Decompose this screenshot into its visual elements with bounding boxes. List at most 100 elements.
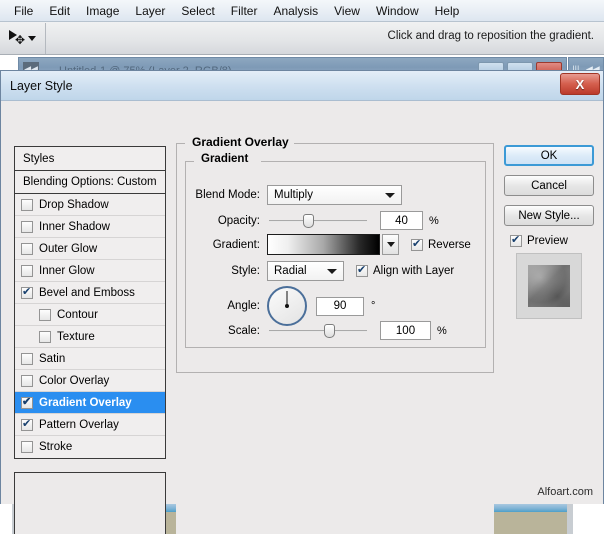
gradient-overlay-group: Gradient Overlay Gradient Blend Mode: Mu…: [176, 143, 494, 373]
angle-row: Angle: 90 °: [186, 286, 481, 326]
styles-item-blending-options[interactable]: Blending Options: Custom: [15, 171, 165, 194]
opacity-input[interactable]: 40: [380, 211, 423, 230]
options-bar-hint: Click and drag to reposition the gradien…: [388, 30, 594, 42]
styles-item-satin[interactable]: Satin: [15, 348, 165, 370]
styles-item-label: Gradient Overlay: [39, 397, 132, 409]
styles-item-inner-shadow[interactable]: Inner Shadow: [15, 216, 165, 238]
checkbox-stroke[interactable]: [21, 441, 33, 453]
checkbox-contour[interactable]: [39, 309, 51, 321]
styles-item-gradient-overlay[interactable]: Gradient Overlay: [15, 392, 165, 414]
align-with-layer-label: Align with Layer: [373, 265, 454, 277]
blend-mode-label: Blend Mode:: [186, 189, 260, 201]
menu-item-image[interactable]: Image: [78, 2, 127, 20]
styles-item-label: Inner Shadow: [39, 221, 110, 233]
styles-item-pattern-overlay[interactable]: Pattern Overlay: [15, 414, 165, 436]
checkbox-color-overlay[interactable]: [21, 375, 33, 387]
ok-button[interactable]: OK: [504, 145, 594, 166]
close-icon[interactable]: X: [560, 73, 600, 95]
styles-item-contour[interactable]: Contour: [15, 304, 165, 326]
photoshop-window: File Edit Image Layer Select Filter Anal…: [0, 0, 604, 534]
gradient-style-select[interactable]: Radial: [267, 261, 344, 281]
menu-item-select[interactable]: Select: [173, 2, 222, 20]
blend-mode-select[interactable]: Multiply: [267, 185, 402, 205]
checkbox-texture[interactable]: [39, 331, 51, 343]
style-row: Style: Radial Align with Layer: [186, 261, 481, 281]
angle-label: Angle:: [186, 300, 260, 312]
checkbox-align-with-layer[interactable]: [356, 265, 368, 277]
opacity-slider-knob[interactable]: [303, 214, 314, 228]
active-tool-button[interactable]: ✥: [0, 23, 46, 54]
scale-slider[interactable]: [269, 324, 367, 338]
blend-mode-value: Multiply: [274, 189, 313, 201]
styles-item-bevel-and-emboss[interactable]: Bevel and Emboss: [15, 282, 165, 304]
styles-item-label: Blending Options: Custom: [23, 176, 157, 188]
gradient-row: Gradient: Reverse: [186, 234, 481, 255]
section-title: Gradient Overlay: [187, 135, 294, 149]
menu-item-file[interactable]: File: [6, 2, 41, 20]
dialog-actions: OK Cancel New Style... Preview: [504, 145, 594, 319]
styles-item-label: Bevel and Emboss: [39, 287, 135, 299]
angle-dial-hub: [285, 304, 289, 308]
dialog-title: Layer Style: [10, 79, 73, 93]
style-label: Style:: [186, 265, 260, 277]
cancel-button[interactable]: Cancel: [504, 175, 594, 196]
reverse-checkbox-row[interactable]: Reverse: [411, 239, 471, 251]
opacity-label: Opacity:: [186, 215, 260, 227]
menu-item-layer[interactable]: Layer: [127, 2, 173, 20]
checkbox-inner-shadow[interactable]: [21, 221, 33, 233]
styles-item-outer-glow[interactable]: Outer Glow: [15, 238, 165, 260]
preview-checkbox-row[interactable]: Preview: [510, 235, 594, 247]
checkbox-outer-glow[interactable]: [21, 243, 33, 255]
checkbox-satin[interactable]: [21, 353, 33, 365]
styles-item-texture[interactable]: Texture: [15, 326, 165, 348]
options-bar: ✥ Click and drag to reposition the gradi…: [0, 22, 604, 55]
angle-dial[interactable]: [267, 286, 307, 326]
menu-item-analysis[interactable]: Analysis: [265, 2, 326, 20]
checkbox-preview[interactable]: [510, 235, 522, 247]
blend-mode-row: Blend Mode: Multiply: [186, 185, 481, 205]
dialog-titlebar[interactable]: Layer Style X: [1, 71, 603, 101]
checkbox-pattern-overlay[interactable]: [21, 419, 33, 431]
opacity-row: Opacity: 40 %: [186, 211, 481, 230]
menu-item-edit[interactable]: Edit: [41, 2, 78, 20]
checkbox-inner-glow[interactable]: [21, 265, 33, 277]
scale-input[interactable]: 100: [380, 321, 431, 340]
menu-item-filter[interactable]: Filter: [223, 2, 266, 20]
styles-item-stroke[interactable]: Stroke: [15, 436, 165, 458]
menu-item-help[interactable]: Help: [427, 2, 468, 20]
styles-item-inner-glow[interactable]: Inner Glow: [15, 260, 165, 282]
chevron-down-icon[interactable]: [28, 36, 36, 41]
menu-item-window[interactable]: Window: [368, 2, 427, 20]
layer-style-dialog: Layer Style X Styles Blending Options: C…: [0, 70, 604, 504]
checkbox-drop-shadow[interactable]: [21, 199, 33, 211]
styles-list: Blending Options: Custom Drop Shadow Inn…: [14, 170, 166, 459]
gradient-group: Gradient Blend Mode: Multiply Opacity:: [185, 161, 486, 348]
gradient-style-value: Radial: [274, 265, 307, 277]
new-style-button[interactable]: New Style...: [504, 205, 594, 226]
styles-item-label: Stroke: [39, 441, 72, 453]
scale-unit: %: [437, 325, 447, 337]
opacity-slider[interactable]: [269, 214, 367, 228]
checkbox-bevel-and-emboss[interactable]: [21, 287, 33, 299]
align-with-layer-row[interactable]: Align with Layer: [356, 265, 454, 277]
styles-item-label: Color Overlay: [39, 375, 109, 387]
style-preview-thumbnail: [516, 253, 582, 319]
reverse-label: Reverse: [428, 239, 471, 251]
menu-bar: File Edit Image Layer Select Filter Anal…: [0, 0, 604, 22]
group-title: Gradient: [196, 153, 253, 165]
gradient-preview-swatch[interactable]: [267, 234, 380, 255]
gradient-overlay-settings: Gradient Overlay Gradient Blend Mode: Mu…: [176, 143, 494, 534]
styles-preset-area: [14, 472, 166, 534]
styles-item-color-overlay[interactable]: Color Overlay: [15, 370, 165, 392]
style-preview-image: [528, 265, 570, 307]
gradient-preset-dropdown[interactable]: [382, 234, 399, 255]
styles-header-label: Styles: [23, 153, 54, 165]
chevron-down-icon: [385, 193, 395, 198]
menu-item-view[interactable]: View: [326, 2, 368, 20]
angle-input[interactable]: 90: [316, 297, 364, 316]
dialog-body: Styles Blending Options: Custom Drop Sha…: [1, 101, 603, 504]
checkbox-gradient-overlay[interactable]: [21, 397, 33, 409]
checkbox-reverse[interactable]: [411, 239, 423, 251]
scale-slider-knob[interactable]: [324, 324, 335, 338]
styles-item-drop-shadow[interactable]: Drop Shadow: [15, 194, 165, 216]
